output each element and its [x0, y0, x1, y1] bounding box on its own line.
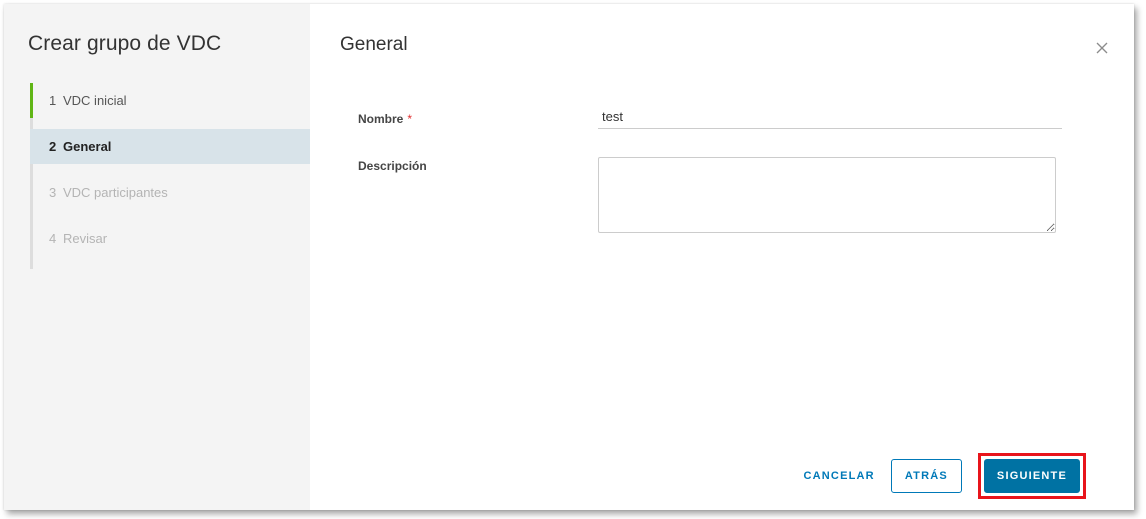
name-field[interactable]	[598, 104, 1062, 129]
step-label: VDC participantes	[63, 185, 168, 200]
step-vdc-inicial[interactable]: 1 VDC inicial	[30, 83, 310, 118]
page-title: General	[340, 34, 408, 55]
description-label: Descripción	[358, 159, 427, 173]
name-label: Nombre *	[358, 112, 412, 126]
name-label-text: Nombre	[358, 112, 404, 126]
step-label: Revisar	[63, 231, 108, 246]
step-label: VDC inicial	[63, 93, 127, 108]
next-button[interactable]: SIGUIENTE	[983, 459, 1080, 493]
close-icon[interactable]	[1094, 40, 1110, 56]
required-mark: *	[407, 112, 413, 126]
wizard-footer: CANCELAR ATRÁS SIGUIENTE	[794, 453, 1086, 499]
step-number: 4	[49, 231, 57, 246]
wizard-title: Crear grupo de VDC	[28, 32, 222, 55]
back-button[interactable]: ATRÁS	[890, 459, 962, 493]
step-number: 1	[49, 93, 57, 108]
next-button-highlight: SIGUIENTE	[977, 453, 1086, 499]
step-number: 3	[49, 185, 57, 200]
step-general[interactable]: 2 General	[30, 129, 310, 164]
step-label: General	[63, 139, 112, 154]
wizard-content: General Nombre* Descripción CANCELAR ATR…	[310, 4, 1134, 510]
description-field[interactable]	[598, 157, 1056, 233]
cancel-button[interactable]: CANCELAR	[794, 459, 885, 493]
wizard-dialog: Crear grupo de VDC 1 VDC inicial 2 Gener…	[4, 4, 1134, 510]
step-revisar: 4 Revisar	[30, 221, 310, 256]
step-vdc-participantes: 3 VDC participantes	[30, 175, 310, 210]
wizard-sidebar: Crear grupo de VDC 1 VDC inicial 2 Gener…	[4, 4, 310, 510]
step-number: 2	[49, 139, 57, 154]
wizard-steps: 1 VDC inicial 2 General 3 VDC participan…	[30, 83, 310, 269]
